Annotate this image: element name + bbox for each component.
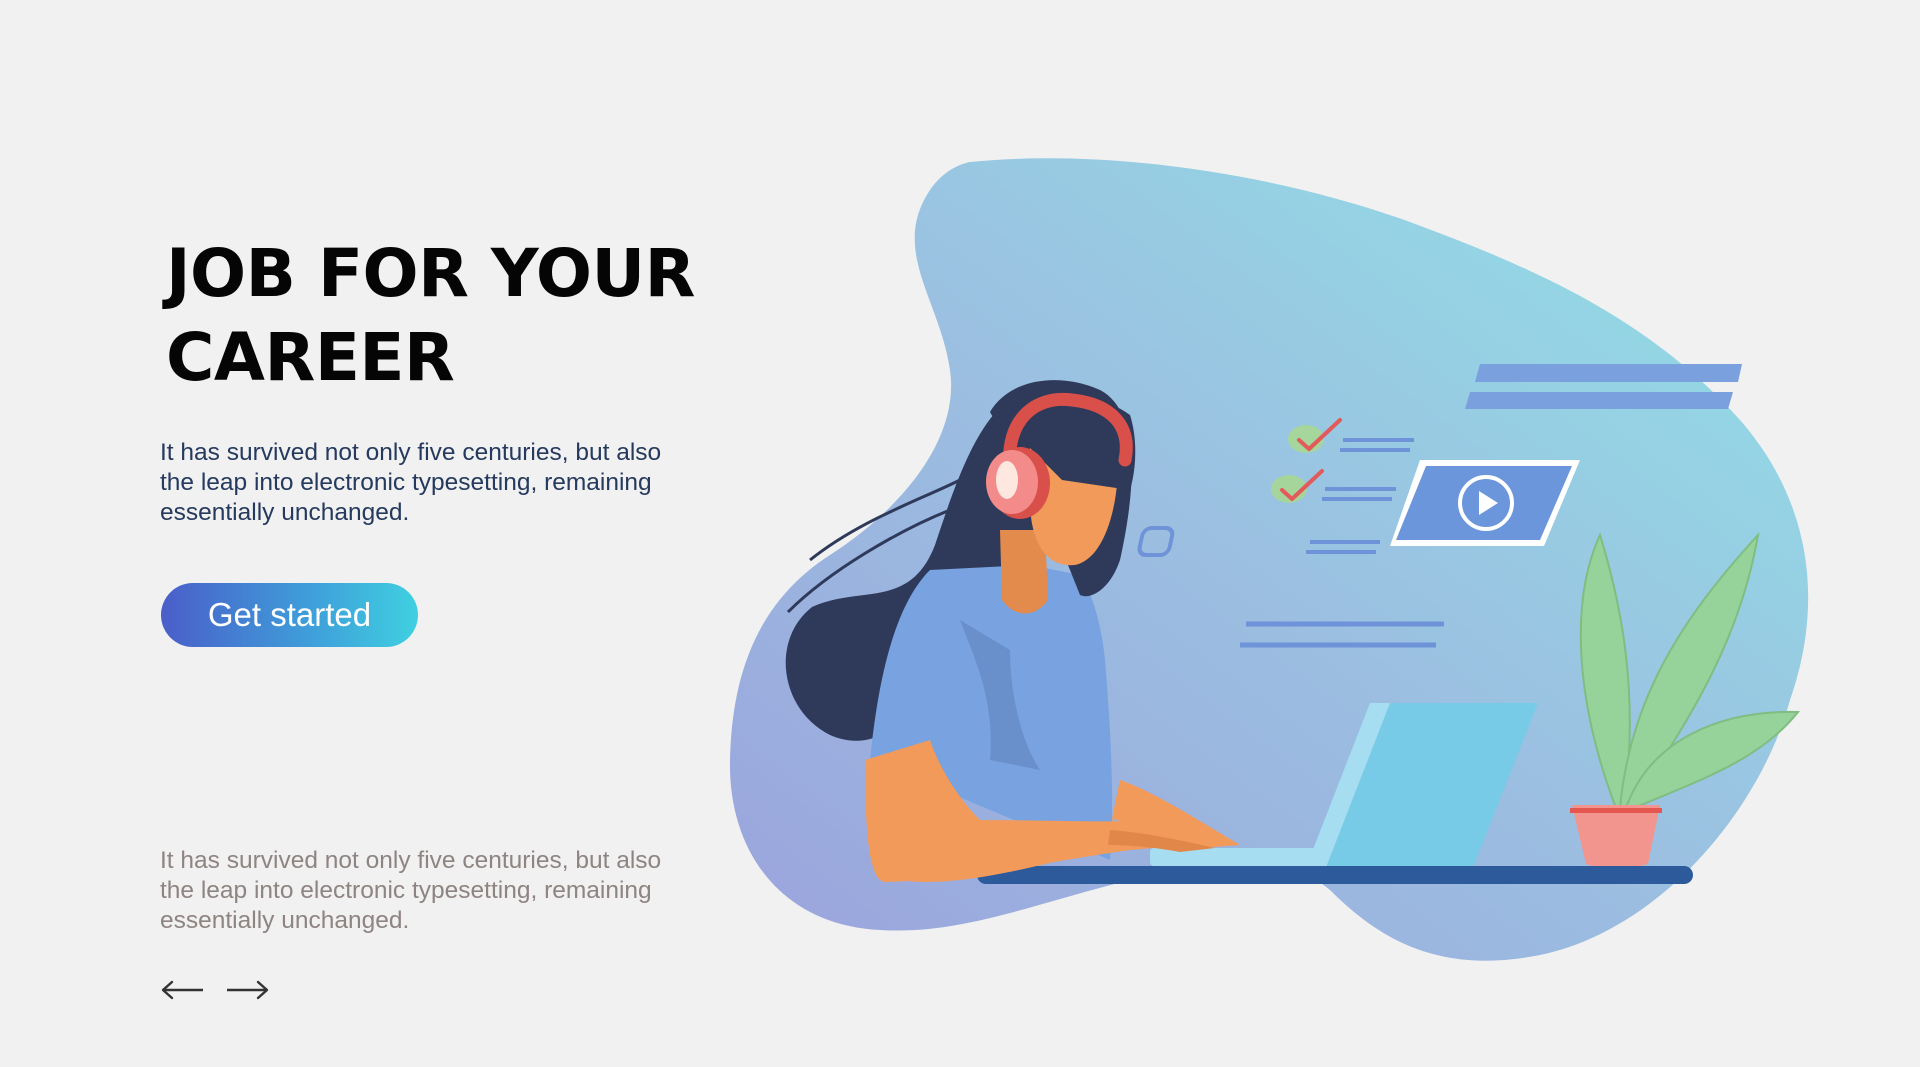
secondary-description: It has survived not only five centuries,… bbox=[160, 847, 662, 934]
hero-description: It has survived not only five centuries,… bbox=[160, 439, 662, 526]
desk-graphic bbox=[977, 866, 1693, 884]
hero-title: JOB FOR YOUR CAREER bbox=[166, 235, 695, 396]
arrow-right-icon bbox=[227, 980, 269, 1000]
hero-illustration bbox=[729, 158, 1809, 961]
get-started-button[interactable]: Get started bbox=[161, 583, 418, 647]
prev-slide-button[interactable] bbox=[159, 978, 205, 1002]
arrow-left-icon bbox=[161, 980, 203, 1000]
next-slide-button[interactable] bbox=[225, 978, 271, 1002]
